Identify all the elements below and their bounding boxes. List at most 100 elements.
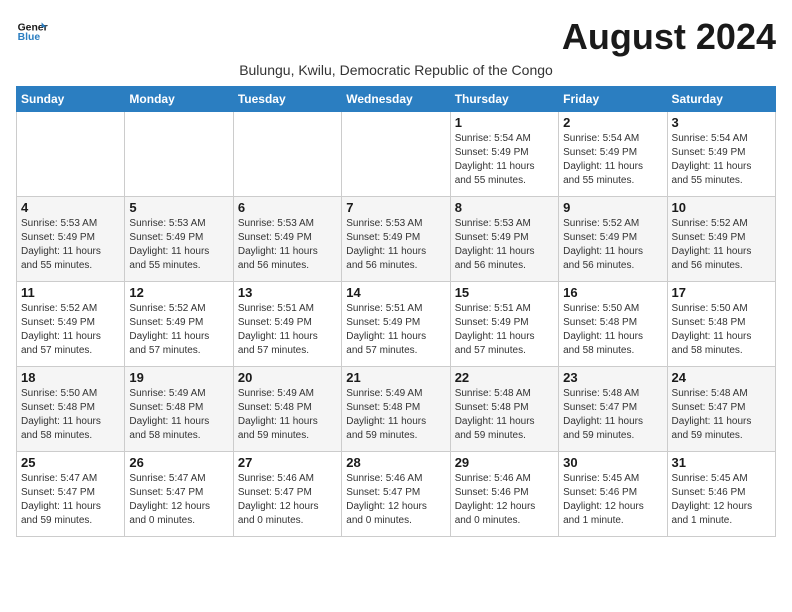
day-number: 8 xyxy=(455,200,554,215)
header-friday: Friday xyxy=(559,87,667,112)
cell-w4-d7: 24 Sunrise: 5:48 AM Sunset: 5:47 PM Dayli… xyxy=(667,367,775,452)
day-info: Sunrise: 5:50 AM Sunset: 5:48 PM Dayligh… xyxy=(21,387,120,443)
day-info: Sunrise: 5:49 AM Sunset: 5:48 PM Dayligh… xyxy=(346,387,445,443)
day-info: Sunrise: 5:52 AM Sunset: 5:49 PM Dayligh… xyxy=(563,217,662,273)
logo: General Blue xyxy=(16,16,48,48)
header-wednesday: Wednesday xyxy=(342,87,450,112)
cell-w3-d7: 17 Sunrise: 5:50 AM Sunset: 5:48 PM Dayli… xyxy=(667,282,775,367)
day-number: 31 xyxy=(672,455,771,470)
day-number: 30 xyxy=(563,455,662,470)
header-thursday: Thursday xyxy=(450,87,558,112)
day-number: 9 xyxy=(563,200,662,215)
cell-w3-d4: 14 Sunrise: 5:51 AM Sunset: 5:49 PM Dayli… xyxy=(342,282,450,367)
cell-w5-d1: 25 Sunrise: 5:47 AM Sunset: 5:47 PM Dayli… xyxy=(17,452,125,537)
day-info: Sunrise: 5:50 AM Sunset: 5:48 PM Dayligh… xyxy=(672,302,771,358)
cell-w3-d2: 12 Sunrise: 5:52 AM Sunset: 5:49 PM Dayli… xyxy=(125,282,233,367)
day-info: Sunrise: 5:53 AM Sunset: 5:49 PM Dayligh… xyxy=(455,217,554,273)
day-number: 29 xyxy=(455,455,554,470)
cell-w4-d5: 22Sunrise: 5:48 AM Sunset: 5:48 PM Dayli… xyxy=(450,367,558,452)
day-info: Sunrise: 5:47 AM Sunset: 5:47 PM Dayligh… xyxy=(21,472,120,528)
day-info: Sunrise: 5:53 AM Sunset: 5:49 PM Dayligh… xyxy=(129,217,228,273)
cell-w5-d3: 27 Sunrise: 5:46 AM Sunset: 5:47 PM Dayli… xyxy=(233,452,341,537)
cell-w1-d2 xyxy=(125,112,233,197)
cell-w4-d6: 23 Sunrise: 5:48 AM Sunset: 5:47 PM Dayli… xyxy=(559,367,667,452)
day-info: Sunrise: 5:46 AM Sunset: 5:46 PM Dayligh… xyxy=(455,472,554,528)
day-number: 25 xyxy=(21,455,120,470)
day-info: Sunrise: 5:46 AM Sunset: 5:47 PM Dayligh… xyxy=(238,472,337,528)
day-info: Sunrise: 5:54 AM Sunset: 5:49 PM Dayligh… xyxy=(563,132,662,188)
cell-w3-d6: 16Sunrise: 5:50 AM Sunset: 5:48 PM Dayli… xyxy=(559,282,667,367)
cell-w1-d4 xyxy=(342,112,450,197)
header-sunday: Sunday xyxy=(17,87,125,112)
cell-w4-d1: 18 Sunrise: 5:50 AM Sunset: 5:48 PM Dayli… xyxy=(17,367,125,452)
cell-w5-d5: 29 Sunrise: 5:46 AM Sunset: 5:46 PM Dayli… xyxy=(450,452,558,537)
cell-w1-d1 xyxy=(17,112,125,197)
cell-w4-d3: 20 Sunrise: 5:49 AM Sunset: 5:48 PM Dayli… xyxy=(233,367,341,452)
day-number: 6 xyxy=(238,200,337,215)
day-number: 20 xyxy=(238,370,337,385)
page-header: General Blue August 2024 xyxy=(16,16,776,58)
cell-w1-d7: 3 Sunrise: 5:54 AM Sunset: 5:49 PM Daylig… xyxy=(667,112,775,197)
page-subtitle: Bulungu, Kwilu, Democratic Republic of t… xyxy=(16,62,776,78)
day-number: 24 xyxy=(672,370,771,385)
day-number: 10 xyxy=(672,200,771,215)
cell-w3-d3: 13Sunrise: 5:51 AM Sunset: 5:49 PM Dayli… xyxy=(233,282,341,367)
day-info: Sunrise: 5:52 AM Sunset: 5:49 PM Dayligh… xyxy=(129,302,228,358)
day-number: 14 xyxy=(346,285,445,300)
month-title: August 2024 xyxy=(562,16,776,58)
day-number: 15 xyxy=(455,285,554,300)
cell-w2-d2: 5 Sunrise: 5:53 AM Sunset: 5:49 PM Daylig… xyxy=(125,197,233,282)
day-number: 28 xyxy=(346,455,445,470)
day-number: 11 xyxy=(21,285,120,300)
header-row: Sunday Monday Tuesday Wednesday Thursday… xyxy=(17,87,776,112)
day-info: Sunrise: 5:53 AM Sunset: 5:49 PM Dayligh… xyxy=(238,217,337,273)
cell-w2-d6: 9 Sunrise: 5:52 AM Sunset: 5:49 PM Daylig… xyxy=(559,197,667,282)
cell-w4-d2: 19Sunrise: 5:49 AM Sunset: 5:48 PM Dayli… xyxy=(125,367,233,452)
day-number: 19 xyxy=(129,370,228,385)
day-number: 18 xyxy=(21,370,120,385)
cell-w2-d7: 10Sunrise: 5:52 AM Sunset: 5:49 PM Dayli… xyxy=(667,197,775,282)
cell-w1-d6: 2 Sunrise: 5:54 AM Sunset: 5:49 PM Daylig… xyxy=(559,112,667,197)
day-number: 1 xyxy=(455,115,554,130)
logo-icon: General Blue xyxy=(16,16,48,48)
cell-w2-d4: 7Sunrise: 5:53 AM Sunset: 5:49 PM Daylig… xyxy=(342,197,450,282)
day-number: 21 xyxy=(346,370,445,385)
header-monday: Monday xyxy=(125,87,233,112)
day-number: 12 xyxy=(129,285,228,300)
day-info: Sunrise: 5:53 AM Sunset: 5:49 PM Dayligh… xyxy=(21,217,120,273)
day-info: Sunrise: 5:51 AM Sunset: 5:49 PM Dayligh… xyxy=(455,302,554,358)
day-info: Sunrise: 5:51 AM Sunset: 5:49 PM Dayligh… xyxy=(346,302,445,358)
day-number: 17 xyxy=(672,285,771,300)
header-tuesday: Tuesday xyxy=(233,87,341,112)
day-number: 27 xyxy=(238,455,337,470)
day-info: Sunrise: 5:45 AM Sunset: 5:46 PM Dayligh… xyxy=(672,472,771,528)
week-row-2: 4Sunrise: 5:53 AM Sunset: 5:49 PM Daylig… xyxy=(17,197,776,282)
day-info: Sunrise: 5:45 AM Sunset: 5:46 PM Dayligh… xyxy=(563,472,662,528)
day-info: Sunrise: 5:50 AM Sunset: 5:48 PM Dayligh… xyxy=(563,302,662,358)
week-row-3: 11 Sunrise: 5:52 AM Sunset: 5:49 PM Dayli… xyxy=(17,282,776,367)
cell-w3-d5: 15 Sunrise: 5:51 AM Sunset: 5:49 PM Dayli… xyxy=(450,282,558,367)
day-number: 7 xyxy=(346,200,445,215)
week-row-1: 1 Sunrise: 5:54 AM Sunset: 5:49 PM Daylig… xyxy=(17,112,776,197)
cell-w3-d1: 11Sunrise: 5:52 AM Sunset: 5:49 PM Dayli… xyxy=(17,282,125,367)
day-info: Sunrise: 5:49 AM Sunset: 5:48 PM Dayligh… xyxy=(238,387,337,443)
calendar-header: Sunday Monday Tuesday Wednesday Thursday… xyxy=(17,87,776,112)
day-info: Sunrise: 5:54 AM Sunset: 5:49 PM Dayligh… xyxy=(455,132,554,188)
day-info: Sunrise: 5:48 AM Sunset: 5:47 PM Dayligh… xyxy=(672,387,771,443)
week-row-5: 25 Sunrise: 5:47 AM Sunset: 5:47 PM Dayli… xyxy=(17,452,776,537)
svg-text:Blue: Blue xyxy=(18,32,41,43)
week-row-4: 18 Sunrise: 5:50 AM Sunset: 5:48 PM Dayli… xyxy=(17,367,776,452)
cell-w2-d1: 4Sunrise: 5:53 AM Sunset: 5:49 PM Daylig… xyxy=(17,197,125,282)
day-info: Sunrise: 5:48 AM Sunset: 5:47 PM Dayligh… xyxy=(563,387,662,443)
day-number: 2 xyxy=(563,115,662,130)
cell-w2-d3: 6 Sunrise: 5:53 AM Sunset: 5:49 PM Daylig… xyxy=(233,197,341,282)
calendar-table: Sunday Monday Tuesday Wednesday Thursday… xyxy=(16,86,776,537)
cell-w2-d5: 8 Sunrise: 5:53 AM Sunset: 5:49 PM Daylig… xyxy=(450,197,558,282)
day-info: Sunrise: 5:54 AM Sunset: 5:49 PM Dayligh… xyxy=(672,132,771,188)
cell-w5-d4: 28Sunrise: 5:46 AM Sunset: 5:47 PM Dayli… xyxy=(342,452,450,537)
day-number: 3 xyxy=(672,115,771,130)
day-number: 23 xyxy=(563,370,662,385)
day-info: Sunrise: 5:51 AM Sunset: 5:49 PM Dayligh… xyxy=(238,302,337,358)
cell-w5-d2: 26Sunrise: 5:47 AM Sunset: 5:47 PM Dayli… xyxy=(125,452,233,537)
day-number: 5 xyxy=(129,200,228,215)
